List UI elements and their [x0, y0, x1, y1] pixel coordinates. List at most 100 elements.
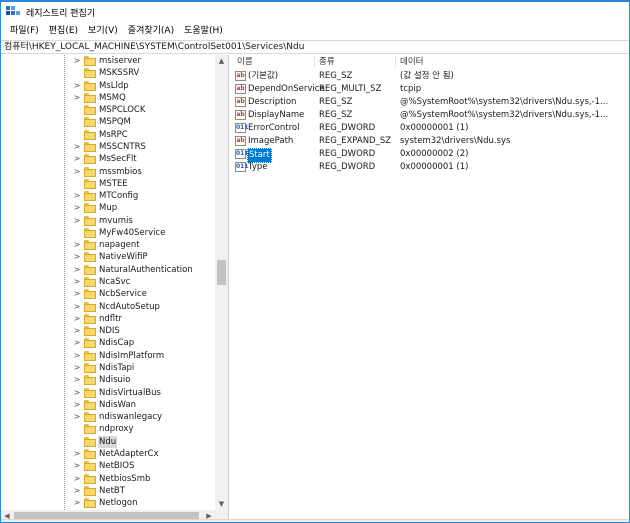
scroll-down-icon[interactable]: ▼ — [215, 498, 228, 510]
tree-item[interactable]: > NcbService — [1, 288, 215, 300]
tree-item[interactable]: > MsSecFlt — [1, 153, 215, 165]
scroll-left-icon[interactable]: ◀ — [1, 510, 13, 519]
tree-item[interactable]: MsRPC — [1, 129, 215, 141]
chevron-right-icon[interactable]: > — [73, 239, 81, 251]
tree-item[interactable]: > NcdAutoSetup — [1, 301, 215, 313]
chevron-right-icon[interactable]: > — [73, 350, 81, 362]
chevron-right-icon[interactable]: > — [73, 153, 81, 165]
chevron-right-icon[interactable]: > — [73, 55, 81, 67]
tree-item[interactable]: > NetAdapterCx — [1, 448, 215, 460]
value-name: DisplayName — [248, 110, 305, 120]
tree-item[interactable]: > MSMQ — [1, 92, 215, 104]
menu-file[interactable]: 파일(F) — [5, 23, 44, 39]
tree-item[interactable]: > NativeWifiP — [1, 251, 215, 263]
chevron-right-icon[interactable]: > — [73, 166, 81, 178]
tree-item[interactable]: > ndiswanlegacy — [1, 411, 215, 423]
tree-item[interactable]: MSTEE — [1, 178, 215, 190]
tree-item[interactable]: > Ndisuio — [1, 374, 215, 386]
address-bar[interactable]: 컴퓨터\HKEY_LOCAL_MACHINE\SYSTEM\ControlSet… — [1, 40, 629, 54]
chevron-right-icon[interactable]: > — [73, 276, 81, 288]
tree-item[interactable]: > NetBIOS — [1, 460, 215, 472]
chevron-right-icon[interactable]: > — [73, 485, 81, 497]
chevron-right-icon[interactable]: > — [73, 190, 81, 202]
chevron-right-icon[interactable]: > — [73, 301, 81, 313]
menu-help[interactable]: 도움말(H) — [179, 23, 228, 39]
tree-item[interactable]: ndproxy — [1, 423, 215, 435]
chevron-right-icon[interactable]: > — [73, 374, 81, 386]
chevron-right-icon[interactable]: > — [73, 448, 81, 460]
tree-item[interactable]: > NdisCap — [1, 337, 215, 349]
tree-item[interactable]: Ndu — [1, 435, 215, 448]
tree-item[interactable]: > MsLldp — [1, 80, 215, 92]
chevron-right-icon[interactable]: > — [73, 202, 81, 214]
tree-item[interactable]: > NdisVirtualBus — [1, 387, 215, 399]
scroll-right-icon[interactable]: ▶ — [203, 510, 215, 519]
chevron-right-icon[interactable]: > — [73, 92, 81, 104]
tree-item[interactable]: > MSSCNTRS — [1, 141, 215, 153]
tree-item[interactable]: > NdisWan — [1, 399, 215, 411]
title-bar[interactable]: 레지스트리 편집기 — [1, 2, 629, 22]
tree-item[interactable]: > NetbiosSmb — [1, 473, 215, 485]
chevron-right-icon[interactable]: > — [73, 337, 81, 349]
menu-view[interactable]: 보기(V) — [83, 23, 123, 39]
tree-item[interactable]: > mvumis — [1, 215, 215, 227]
folder-icon — [84, 387, 96, 398]
tree-item[interactable]: > napagent — [1, 239, 215, 251]
chevron-right-icon[interactable]: > — [73, 460, 81, 472]
chevron-right-icon[interactable]: > — [73, 399, 81, 411]
menu-edit[interactable]: 편집(E) — [44, 23, 83, 39]
tree-item[interactable]: > Mup — [1, 202, 215, 214]
tree-horizontal-scrollbar[interactable]: ◀ ▶ — [1, 510, 228, 519]
tree-item[interactable]: > NetBT — [1, 485, 215, 497]
chevron-right-icon[interactable]: > — [73, 473, 81, 485]
column-separator[interactable] — [314, 55, 315, 68]
column-header-data[interactable]: 데이터 — [400, 56, 423, 68]
value-type: REG_SZ — [319, 97, 353, 107]
tree-item[interactable]: > NDIS — [1, 325, 215, 337]
tree-horizontal-scroll-thumb[interactable] — [14, 512, 199, 519]
column-header-type[interactable]: 종류 — [319, 56, 335, 68]
tree-item[interactable]: > mssmbios — [1, 166, 215, 178]
scroll-up-icon[interactable]: ▲ — [215, 55, 228, 67]
chevron-right-icon[interactable]: > — [73, 497, 81, 509]
tree-item-label: NetbiosSmb — [99, 473, 151, 484]
tree-item[interactable]: > ndfltr — [1, 313, 215, 325]
chevron-right-icon[interactable]: > — [73, 264, 81, 276]
chevron-right-icon[interactable]: > — [73, 411, 81, 423]
tree-item[interactable]: > NdisTapi — [1, 362, 215, 374]
folder-icon — [84, 252, 96, 263]
tree-vertical-scrollbar[interactable]: ▲ ▼ — [215, 55, 228, 510]
value-data: @%SystemRoot%\system32\drivers\Ndu.sys,-… — [400, 110, 609, 120]
chevron-right-icon[interactable]: > — [73, 362, 81, 374]
value-row[interactable]: 011 ErrorControl REG_DWORD 0x00000001 (1) — [230, 122, 629, 135]
menu-favorites[interactable]: 즐겨찾기(A) — [123, 23, 179, 39]
value-row[interactable]: ab DependOnService REG_MULTI_SZ tcpip — [230, 83, 629, 96]
tree-item[interactable]: > NdisImPlatform — [1, 350, 215, 362]
tree-item[interactable]: > msiserver — [1, 55, 215, 67]
tree-item[interactable]: MSKSSRV — [1, 67, 215, 79]
chevron-right-icon[interactable]: > — [73, 215, 81, 227]
tree-item[interactable]: MyFw40Service — [1, 227, 215, 239]
value-row[interactable]: ab DisplayName REG_SZ @%SystemRoot%\system3… — [230, 109, 629, 122]
value-row[interactable]: 011 Type REG_DWORD 0x00000001 (1) — [230, 161, 629, 174]
value-row[interactable]: ab (기본값) REG_SZ (값 설정 안 됨) — [230, 70, 629, 83]
column-separator[interactable] — [395, 55, 396, 68]
tree-vertical-scroll-thumb[interactable] — [217, 260, 226, 285]
chevron-right-icon[interactable]: > — [73, 80, 81, 92]
value-row[interactable]: 011 Start REG_DWORD 0x00000002 (2) — [230, 148, 629, 163]
tree-item[interactable]: MSPCLOCK — [1, 104, 215, 116]
tree-item[interactable]: > Netlogon — [1, 497, 215, 509]
tree-item[interactable]: > NaturalAuthentication — [1, 264, 215, 276]
value-row[interactable]: ab Description REG_SZ @%SystemRoot%\system3… — [230, 96, 629, 109]
tree-item[interactable]: > MTConfig — [1, 190, 215, 202]
chevron-right-icon[interactable]: > — [73, 288, 81, 300]
tree-item[interactable]: MSPQM — [1, 116, 215, 128]
chevron-right-icon[interactable]: > — [73, 141, 81, 153]
chevron-right-icon[interactable]: > — [73, 325, 81, 337]
value-row[interactable]: ab ImagePath REG_EXPAND_SZ system32\drivers… — [230, 135, 629, 148]
column-header-name[interactable]: 이름 — [237, 56, 253, 68]
tree-item[interactable]: > NcaSvc — [1, 276, 215, 288]
chevron-right-icon[interactable]: > — [73, 251, 81, 263]
chevron-right-icon[interactable]: > — [73, 387, 81, 399]
chevron-right-icon[interactable]: > — [73, 313, 81, 325]
